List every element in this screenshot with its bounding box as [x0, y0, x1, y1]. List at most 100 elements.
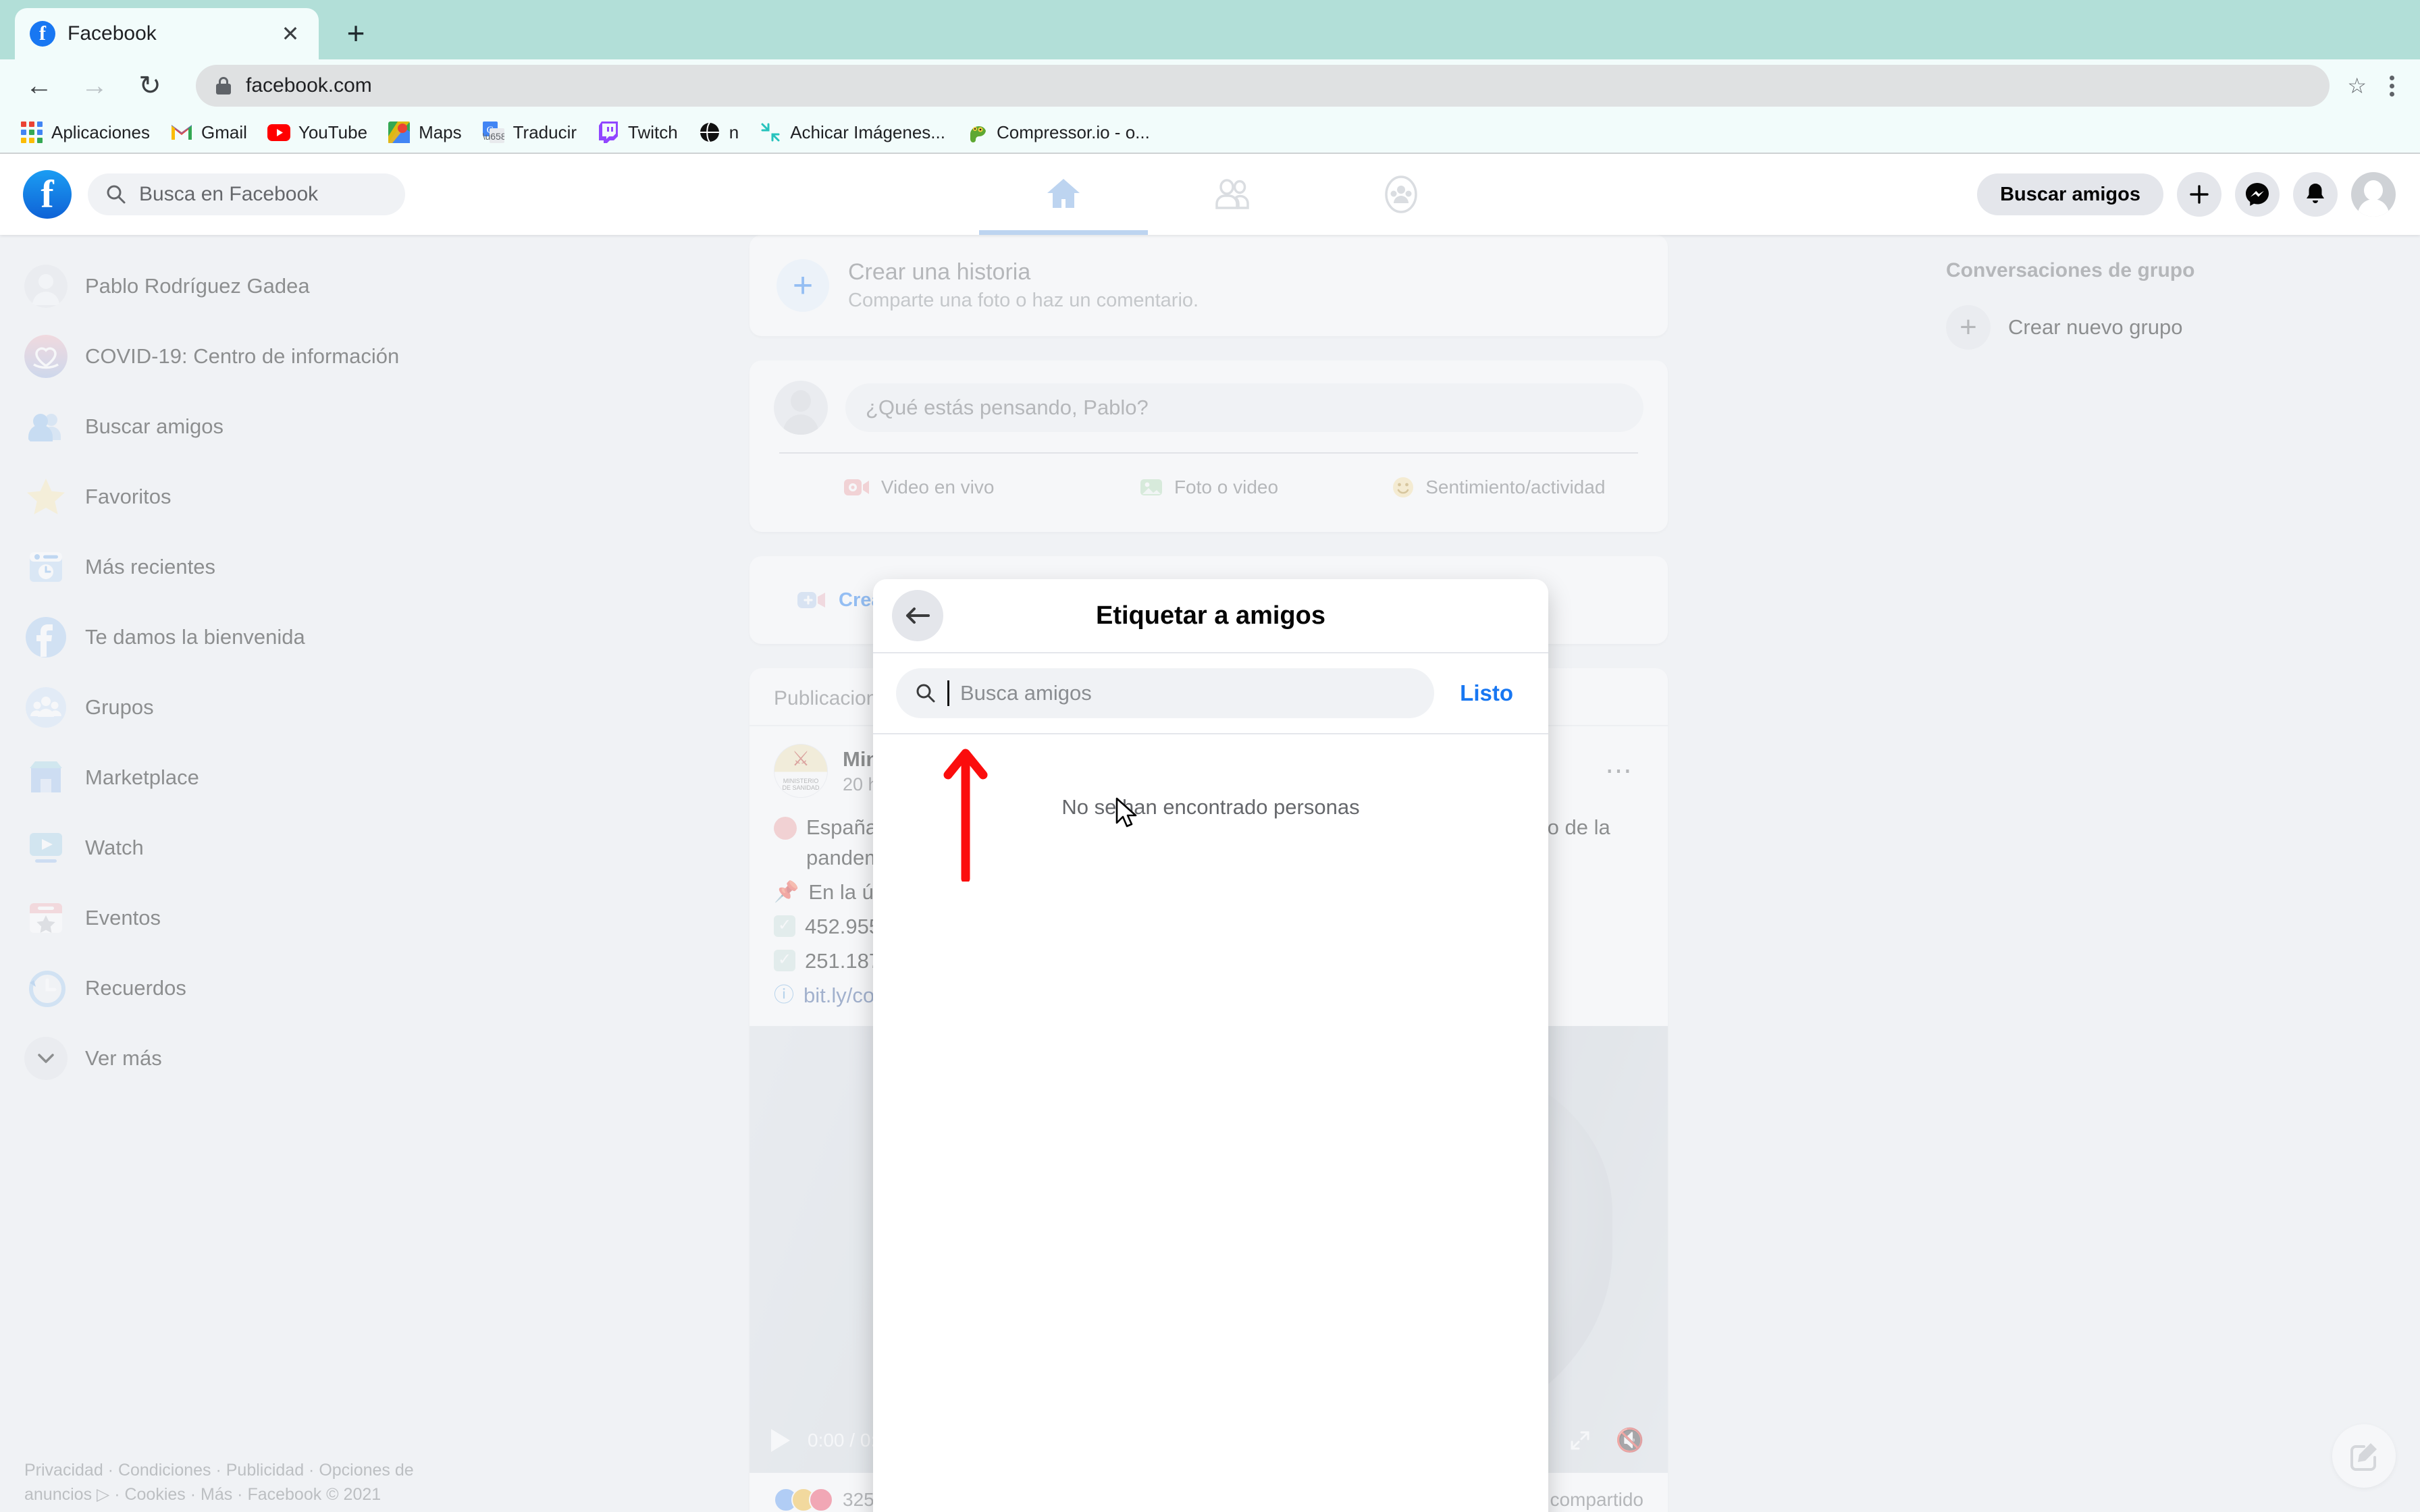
- address-bar[interactable]: facebook.com: [196, 65, 2330, 107]
- bell-icon: [2307, 184, 2324, 203]
- messenger-button[interactable]: [2235, 172, 2280, 217]
- post-author-avatar[interactable]: ⚔ MINISTERIO DE SANIDAD: [774, 744, 828, 798]
- plus-icon: +: [777, 259, 829, 312]
- right-rail: Conversaciones de grupo + Crear nuevo gr…: [1931, 247, 2404, 360]
- reload-icon[interactable]: ↻: [131, 67, 169, 105]
- bookmark-twitch[interactable]: Twitch: [597, 121, 678, 144]
- sidebar-item-recuerdos[interactable]: Recuerdos: [18, 953, 500, 1023]
- compose-action-label: Sentimiento/actividad: [1425, 477, 1606, 497]
- new-tab-button[interactable]: +: [335, 12, 377, 54]
- svg-text:\u6587: \u6587: [483, 131, 504, 142]
- bookmark-aplicaciones[interactable]: Aplicaciones: [20, 121, 150, 144]
- pushpin-emoji-icon: 📌: [774, 880, 799, 903]
- fullscreen-icon[interactable]: [1564, 1430, 1596, 1451]
- mute-icon[interactable]: 🔇: [1614, 1427, 1646, 1454]
- notifications-button[interactable]: [2293, 172, 2338, 217]
- create-story-card[interactable]: + Crear una historia Comparte una foto o…: [749, 235, 1668, 336]
- events-icon: [24, 896, 68, 940]
- post-reaction-count[interactable]: 325: [843, 1489, 874, 1511]
- check-emoji-icon: ✓: [774, 949, 795, 971]
- bookmark-label: Achicar Imágenes...: [790, 122, 945, 142]
- sidebar-item-bienvenida[interactable]: Te damos la bienvenida: [18, 602, 500, 672]
- bookmark-achicar-imagenes[interactable]: Achicar Imágenes...: [759, 121, 945, 144]
- create-post-input[interactable]: ¿Qué estás pensando, Pablo?: [845, 383, 1643, 432]
- sidebar-item-watch[interactable]: Watch: [18, 813, 500, 883]
- sidebar-item-grupos[interactable]: Grupos: [18, 672, 500, 742]
- sidebar-item-ver-mas[interactable]: Ver más: [18, 1023, 500, 1094]
- bookmark-label: YouTube: [298, 122, 368, 142]
- sidebar-item-mas-recientes[interactable]: Más recientes: [18, 532, 500, 602]
- sidebar-item-profile[interactable]: Pablo Rodríguez Gadea: [18, 251, 500, 321]
- footer-links[interactable]: Privacidad · Condiciones · Publicidad · …: [24, 1459, 456, 1507]
- sidebar-item-find-friends[interactable]: Buscar amigos: [18, 392, 500, 462]
- sidebar-item-favoritos[interactable]: Favoritos: [18, 462, 500, 532]
- post-menu-icon[interactable]: ⋯: [1605, 755, 1643, 786]
- sidebar-item-label: COVID-19: Centro de información: [85, 344, 400, 368]
- create-story-title: Crear una historia: [848, 259, 1031, 285]
- bookmark-gmail[interactable]: Gmail: [170, 121, 247, 144]
- bookmarks-bar: Aplicaciones Gmail YouTube Maps G\u6587 …: [0, 112, 2420, 154]
- create-new-group-label: Crear nuevo grupo: [2008, 315, 2183, 339]
- sidebar-item-marketplace[interactable]: Marketplace: [18, 742, 500, 813]
- groups-icon: [1385, 176, 1417, 213]
- photo-video-button[interactable]: Foto o video: [1063, 463, 1353, 512]
- up-arrow-annotation: [943, 749, 988, 882]
- lock-icon: [216, 77, 231, 94]
- bookmark-label: Twitch: [628, 122, 678, 142]
- sidebar-item-covid[interactable]: COVID-19: Centro de información: [18, 321, 500, 392]
- messenger-icon: [2246, 183, 2269, 206]
- bookmark-compressor-io[interactable]: Compressor.io - o...: [966, 121, 1150, 144]
- mouse-cursor: [1115, 797, 1137, 828]
- left-sidebar: Pablo Rodríguez Gadea COVID-19: Centro d…: [0, 235, 500, 1094]
- search-placeholder: Busca en Facebook: [139, 183, 319, 205]
- sidebar-item-eventos[interactable]: Eventos: [18, 883, 500, 953]
- watch-icon: [24, 826, 68, 869]
- reaction-icons: [774, 1487, 833, 1512]
- nav-tab-groups[interactable]: [1317, 154, 1485, 235]
- search-input[interactable]: Busca en Facebook: [88, 173, 405, 215]
- marketplace-icon: [24, 756, 68, 799]
- bookmark-label: Gmail: [201, 122, 247, 142]
- bookmark-star-icon[interactable]: ☆: [2347, 73, 2367, 99]
- friends-icon: [1215, 179, 1249, 209]
- profile-avatar-icon: [24, 265, 68, 308]
- find-friends-button[interactable]: Buscar amigos: [1977, 173, 2163, 215]
- bookmark-n[interactable]: n: [698, 121, 739, 144]
- new-message-button[interactable]: [2332, 1424, 2396, 1488]
- feeling-activity-button[interactable]: Sentimiento/actividad: [1354, 463, 1643, 512]
- browser-tab[interactable]: f Facebook ✕: [15, 8, 319, 59]
- twitch-icon: [597, 121, 620, 144]
- done-button[interactable]: Listo: [1448, 680, 1525, 706]
- google-translate-icon: G\u6587: [482, 121, 505, 144]
- bookmark-traducir[interactable]: G\u6587 Traducir: [482, 121, 577, 144]
- nav-tab-friends[interactable]: [1148, 154, 1317, 235]
- close-icon[interactable]: ✕: [277, 21, 304, 47]
- avatar: [774, 381, 828, 435]
- tag-friends-dialog: Etiquetar a amigos Busca amigos Listo No…: [873, 579, 1548, 1512]
- bookmark-youtube[interactable]: YouTube: [267, 121, 367, 144]
- find-friends-icon: [24, 405, 68, 448]
- address-bar-url: facebook.com: [246, 74, 372, 97]
- sidebar-item-label: Ver más: [85, 1046, 162, 1070]
- plus-icon: +: [1946, 305, 1991, 350]
- nav-tab-home[interactable]: [979, 154, 1148, 235]
- account-avatar[interactable]: [2351, 172, 2396, 217]
- friend-search-input[interactable]: Busca amigos: [896, 668, 1435, 718]
- play-icon[interactable]: [771, 1428, 790, 1452]
- facebook-page: f Busca en Facebook Buscar amigos Pablo …: [0, 154, 2420, 1512]
- facebook-favicon-icon: f: [30, 21, 55, 47]
- feeling-icon: [1393, 477, 1414, 497]
- back-icon[interactable]: ←: [20, 67, 58, 105]
- bookmark-label: Traducir: [512, 122, 577, 142]
- browser-menu-icon[interactable]: [2384, 75, 2400, 97]
- home-icon: [1047, 179, 1080, 208]
- create-button[interactable]: [2177, 172, 2221, 217]
- browser-chrome: f Facebook ✕ + ← → ↻ facebook.com ☆ Apli…: [0, 0, 2420, 154]
- create-new-group-item[interactable]: + Crear nuevo grupo: [1931, 294, 2404, 360]
- back-button[interactable]: [892, 590, 943, 641]
- facebook-logo-icon[interactable]: f: [23, 170, 72, 219]
- recent-icon: [24, 545, 68, 589]
- bookmark-maps[interactable]: Maps: [388, 121, 462, 144]
- live-video-button[interactable]: Video en vivo: [774, 463, 1063, 512]
- gmail-icon: [170, 121, 193, 144]
